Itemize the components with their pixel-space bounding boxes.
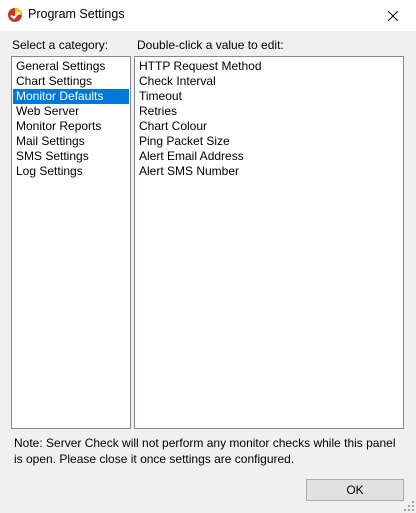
close-icon [388,10,398,21]
category-item-monitor-defaults[interactable]: Monitor Defaults [13,89,129,104]
title-bar: Program Settings [0,0,416,31]
values-label: Double-click a value to edit: [137,38,284,52]
resize-grip-icon[interactable] [404,501,414,511]
close-button[interactable] [370,0,416,31]
value-item-alert-sms-number[interactable]: Alert SMS Number [135,164,403,179]
category-item-web-server[interactable]: Web Server [13,104,129,119]
value-item-ping-packet-size[interactable]: Ping Packet Size [135,134,403,149]
window-title: Program Settings [28,7,125,21]
value-item-check-interval[interactable]: Check Interval [135,74,403,89]
note-text: Note: Server Check will not perform any … [14,436,396,466]
ok-button[interactable]: OK [306,479,404,501]
value-list[interactable]: HTTP Request Method Check Interval Timeo… [134,56,404,429]
category-list[interactable]: General Settings Chart Settings Monitor … [11,56,131,429]
value-item-alert-email-address[interactable]: Alert Email Address [135,149,403,164]
value-item-http-request-method[interactable]: HTTP Request Method [135,59,403,74]
category-item-general-settings[interactable]: General Settings [13,59,129,74]
value-item-timeout[interactable]: Timeout [135,89,403,104]
category-label: Select a category: [12,38,109,52]
category-item-sms-settings[interactable]: SMS Settings [13,149,129,164]
value-item-chart-colour[interactable]: Chart Colour [135,119,403,134]
app-icon [8,8,22,22]
category-item-mail-settings[interactable]: Mail Settings [13,134,129,149]
category-item-log-settings[interactable]: Log Settings [13,164,129,179]
value-item-retries[interactable]: Retries [135,104,403,119]
category-item-monitor-reports[interactable]: Monitor Reports [13,119,129,134]
category-item-chart-settings[interactable]: Chart Settings [13,74,129,89]
